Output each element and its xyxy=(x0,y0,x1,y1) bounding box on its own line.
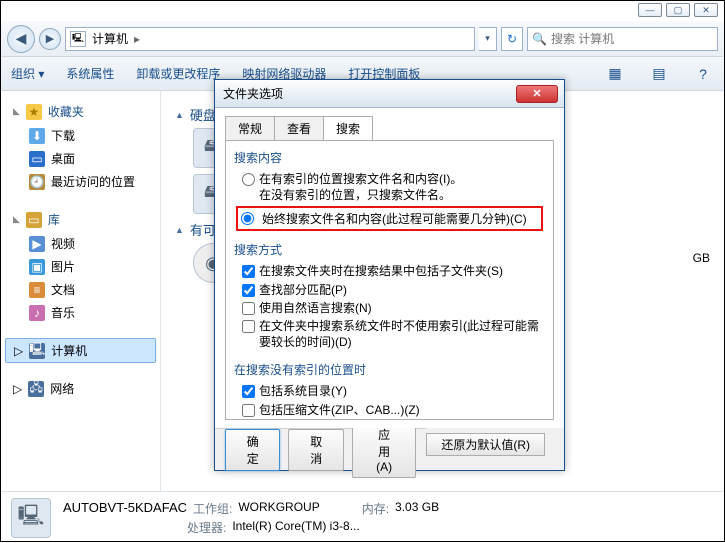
sidebar-libraries-header[interactable]: ◣ ▭ 库 xyxy=(5,207,156,232)
collapse-icon: ▲ xyxy=(175,110,184,120)
expand-icon: ▷ xyxy=(14,344,23,358)
window-close-button[interactable]: ✕ xyxy=(694,3,718,17)
window-minimize-button[interactable]: — xyxy=(638,3,662,17)
sidebar-item-downloads[interactable]: ⬇下载 xyxy=(5,124,156,147)
computer-icon: 🖳 xyxy=(29,343,45,359)
music-icon: ♪ xyxy=(29,305,45,321)
sidebar-item-computer[interactable]: ▷ 🖳 计算机 xyxy=(5,338,156,363)
nav-forward-button[interactable]: ▶ xyxy=(39,28,61,50)
tab-pane-search: 搜索内容 在有索引的位置搜索文件名和内容(I)。 在没有索引的位置，只搜索文件名… xyxy=(225,140,554,420)
help-button[interactable]: ? xyxy=(692,64,714,84)
cancel-button[interactable]: 取消 xyxy=(288,429,343,471)
refresh-button[interactable]: ↻ xyxy=(501,27,523,51)
check-include-system-dirs[interactable]: 包括系统目录(Y) xyxy=(234,382,545,400)
search-box[interactable]: 🔍 搜索 计算机 xyxy=(527,27,718,51)
radio-always-search-highlighted[interactable]: 始终搜索文件名和内容(此过程可能需要几分钟)(C) xyxy=(236,206,543,231)
organize-menu[interactable]: 组织 ▾ xyxy=(11,65,44,82)
ok-button[interactable]: 确定 xyxy=(225,429,280,471)
nav-bar: ◀ ▶ 🖳 计算机 ▸ ▾ ↻ 🔍 搜索 计算机 xyxy=(1,21,724,57)
star-icon: ★ xyxy=(26,104,42,120)
cpu-label: 处理器: xyxy=(187,519,226,536)
collapse-icon: ◣ xyxy=(13,106,20,117)
computer-icon: 🖳 xyxy=(70,31,86,47)
system-properties-button[interactable]: 系统属性 xyxy=(66,65,114,82)
view-mode-button[interactable]: ▦ xyxy=(604,64,626,84)
tab-view[interactable]: 查看 xyxy=(274,116,324,140)
check-no-index-system[interactable]: 在文件夹中搜索系统文件时不使用索引(此过程可能需要较长的时间)(D) xyxy=(234,317,545,351)
gb-label: GB xyxy=(693,251,710,265)
desktop-icon: ▭ xyxy=(29,151,45,167)
tab-search[interactable]: 搜索 xyxy=(323,116,373,140)
radio-input[interactable] xyxy=(241,212,254,225)
nav-back-button[interactable]: ◀ xyxy=(7,25,35,53)
chevron-right-icon[interactable]: ▸ xyxy=(134,32,140,46)
group-non-indexed: 在搜索没有索引的位置时 xyxy=(234,361,545,378)
cpu-value: Intel(R) Core(TM) i3-8... xyxy=(232,519,359,536)
workgroup-value: WORKGROUP xyxy=(238,500,319,517)
sidebar-favorites-header[interactable]: ◣ ★ 收藏夹 xyxy=(5,99,156,124)
checkbox-input[interactable] xyxy=(242,404,255,417)
sidebar: ◣ ★ 收藏夹 ⬇下载 ▭桌面 🕘最近访问的位置 ◣ ▭ 库 ▶视频 ▣图片 ≡… xyxy=(1,91,161,491)
layout-button[interactable]: ▤ xyxy=(648,64,670,84)
recent-icon: 🕘 xyxy=(29,174,45,190)
restore-defaults-button[interactable]: 还原为默认值(R) xyxy=(426,433,545,456)
group-search-content: 搜索内容 xyxy=(234,149,545,166)
apply-button[interactable]: 应用(A) xyxy=(352,422,416,478)
checkbox-input[interactable] xyxy=(242,302,255,315)
video-icon: ▶ xyxy=(29,236,45,252)
dialog-footer: 确定 取消 应用(A) xyxy=(215,428,426,470)
sidebar-favorites-label: 收藏夹 xyxy=(48,103,84,120)
collapse-icon: ▲ xyxy=(175,225,184,235)
radio-indexed-locations[interactable]: 在有索引的位置搜索文件名和内容(I)。 在没有索引的位置，只搜索文件名。 xyxy=(234,170,545,204)
sidebar-item-documents[interactable]: ≡文档 xyxy=(5,278,156,301)
check-partial-match[interactable]: 查找部分匹配(P) xyxy=(234,281,545,299)
uninstall-programs-button[interactable]: 卸载或更改程序 xyxy=(136,65,220,82)
sidebar-item-recent[interactable]: 🕘最近访问的位置 xyxy=(5,170,156,193)
memory-value: 3.03 GB xyxy=(395,500,439,517)
network-icon: 🖧 xyxy=(28,381,44,397)
sidebar-item-videos[interactable]: ▶视频 xyxy=(5,232,156,255)
check-include-subfolders[interactable]: 在搜索文件夹时在搜索结果中包括子文件夹(S) xyxy=(234,262,545,280)
sidebar-item-desktop[interactable]: ▭桌面 xyxy=(5,147,156,170)
check-include-compressed[interactable]: 包括压缩文件(ZIP、CAB...)(Z) xyxy=(234,401,545,419)
breadcrumb-computer[interactable]: 计算机 xyxy=(92,30,128,47)
dialog-tabs: 常规 查看 搜索 xyxy=(225,116,554,140)
memory-label: 内存: xyxy=(362,500,389,517)
group-search-method: 搜索方式 xyxy=(234,241,545,258)
checkbox-input[interactable] xyxy=(242,385,255,398)
hostname: AUTOBVT-5KDAFAC xyxy=(63,500,187,517)
document-icon: ≡ xyxy=(29,282,45,298)
address-bar[interactable]: 🖳 计算机 ▸ xyxy=(65,27,475,51)
check-natural-language[interactable]: 使用自然语言搜索(N) xyxy=(234,299,545,317)
sidebar-item-music[interactable]: ♪音乐 xyxy=(5,301,156,324)
folder-options-dialog: 文件夹选项 ✕ 常规 查看 搜索 搜索内容 在有索引的位置搜索文件名和内容(I)… xyxy=(214,79,565,471)
window-chrome: — ▢ ✕ xyxy=(1,1,724,21)
dialog-title: 文件夹选项 xyxy=(221,85,516,102)
sidebar-item-network[interactable]: ▷ 🖧 网络 xyxy=(5,377,156,400)
dialog-titlebar[interactable]: 文件夹选项 ✕ xyxy=(215,80,564,108)
workgroup-label: 工作组: xyxy=(193,500,232,517)
search-icon: 🔍 xyxy=(532,32,547,46)
status-bar: 🖳 AUTOBVT-5KDAFAC 工作组: WORKGROUP 内存: 3.0… xyxy=(1,491,724,543)
address-dropdown[interactable]: ▾ xyxy=(479,27,497,51)
download-icon: ⬇ xyxy=(29,128,45,144)
computer-icon: 🖳 xyxy=(11,498,51,538)
window-maximize-button[interactable]: ▢ xyxy=(666,3,690,17)
dialog-close-button[interactable]: ✕ xyxy=(516,85,558,103)
checkbox-input[interactable] xyxy=(242,320,255,333)
sidebar-libraries-label: 库 xyxy=(48,211,60,228)
radio-input[interactable] xyxy=(242,173,255,186)
sidebar-item-pictures[interactable]: ▣图片 xyxy=(5,255,156,278)
library-icon: ▭ xyxy=(26,212,42,228)
picture-icon: ▣ xyxy=(29,259,45,275)
checkbox-input[interactable] xyxy=(242,265,255,278)
search-placeholder: 搜索 计算机 xyxy=(551,30,614,47)
tab-general[interactable]: 常规 xyxy=(225,116,275,140)
expand-icon: ▷ xyxy=(13,382,22,396)
collapse-icon: ◣ xyxy=(13,214,20,225)
checkbox-input[interactable] xyxy=(242,284,255,297)
